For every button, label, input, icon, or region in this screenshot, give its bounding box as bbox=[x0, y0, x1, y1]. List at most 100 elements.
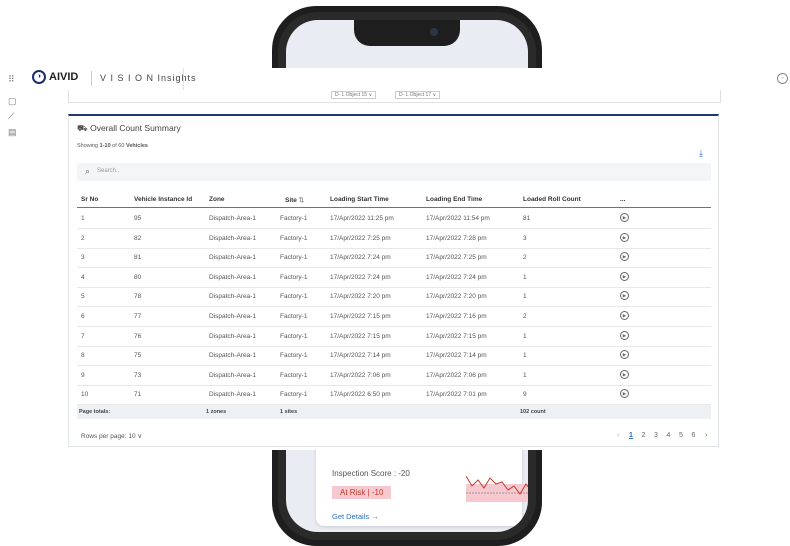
inspection-score: Inspection Score : -20 bbox=[332, 469, 410, 478]
showing-range: 1-10 bbox=[99, 143, 111, 149]
search-icon: ⌕ bbox=[85, 166, 91, 176]
play-icon[interactable]: ▶ bbox=[620, 213, 629, 222]
title-divider bbox=[183, 68, 184, 90]
page-totals-row: Page totals: 1 zones 1 sites 102 count bbox=[77, 405, 711, 419]
phone-camera bbox=[430, 28, 438, 36]
play-icon[interactable]: ▶ bbox=[620, 271, 629, 281]
logo-mark-icon: ◑ bbox=[32, 70, 46, 84]
cell-end: 17/Apr/2022 7:16 pm bbox=[426, 313, 487, 320]
table-row[interactable]: 9 73 Dispatch-Area-1 Factory-1 17/Apr/2022 7… bbox=[77, 366, 711, 386]
play-icon[interactable]: ▶ bbox=[620, 311, 629, 320]
cell-sr: 7 bbox=[81, 332, 85, 340]
play-icon[interactable]: ▶ bbox=[620, 389, 629, 399]
table-row[interactable]: 5 78 Dispatch-Area-1 Factory-1 17/Apr/2022 7… bbox=[77, 287, 711, 308]
risk-badge: At Risk | -10 bbox=[332, 486, 392, 499]
cell-vid: 81 bbox=[134, 254, 142, 262]
totals-zones: 1 zones bbox=[206, 409, 227, 415]
showing-entity: Vehicles bbox=[125, 143, 148, 149]
play-icon[interactable]: ▶ bbox=[620, 291, 629, 301]
filter-object-15[interactable]: D- L Object 15 ∨ bbox=[331, 91, 377, 99]
cell-sr: 2 bbox=[81, 234, 85, 242]
user-icon[interactable]: ◦ bbox=[777, 73, 788, 84]
cell-sr: 1 bbox=[81, 215, 85, 222]
showing-total: of 60 bbox=[110, 143, 126, 149]
cell-end: 17/Apr/2022 7:28 pm bbox=[426, 234, 487, 242]
cell-start: 17/Apr/2022 7:15 pm bbox=[330, 313, 391, 320]
col-sr-no[interactable]: Sr No bbox=[81, 196, 98, 203]
page-6-button[interactable]: 6 bbox=[692, 432, 696, 439]
page-1-button[interactable]: 1 bbox=[629, 432, 633, 439]
cell-count: 9 bbox=[523, 391, 527, 399]
filter-panel: D- L Object 15 ∨ D- L Object 17 ∨ bbox=[68, 90, 721, 103]
cell-vid: 95 bbox=[134, 215, 142, 222]
cell-start: 17/Apr/2022 7:06 pm bbox=[330, 371, 391, 379]
cell-start: 17/Apr/2022 6:50 pm bbox=[330, 391, 391, 399]
clipboard-icon[interactable]: ▢ bbox=[8, 96, 17, 107]
grid-icon[interactable]: ⠿ bbox=[8, 74, 15, 85]
search-bar[interactable]: ⌕ Search.. bbox=[77, 163, 711, 181]
cell-vid: 73 bbox=[134, 371, 142, 379]
cell-count: 1 bbox=[523, 352, 527, 360]
cell-vid: 78 bbox=[134, 293, 142, 301]
cell-site: Factory-1 bbox=[280, 371, 308, 379]
page-3-button[interactable]: 3 bbox=[654, 432, 658, 439]
header-divider bbox=[91, 71, 92, 86]
col-zone[interactable]: Zone bbox=[209, 196, 225, 203]
table-row[interactable]: 7 76 Dispatch-Area-1 Factory-1 17/Apr/2022 7… bbox=[77, 327, 711, 347]
filter-object-17[interactable]: D- L Object 17 ∨ bbox=[395, 91, 441, 99]
cell-zone: Dispatch-Area-1 bbox=[209, 352, 256, 360]
cell-vid: 76 bbox=[134, 332, 142, 340]
sort-icon[interactable]: ⇅ bbox=[299, 197, 304, 204]
cell-site: Factory-1 bbox=[280, 254, 308, 262]
play-icon[interactable]: ▶ bbox=[620, 232, 629, 242]
cell-vid: 71 bbox=[134, 391, 142, 399]
cell-site: Factory-1 bbox=[280, 313, 308, 320]
cell-site: Factory-1 bbox=[280, 293, 308, 301]
table-row[interactable]: 8 75 Dispatch-Area-1 Factory-1 17/Apr/2022 7… bbox=[77, 346, 711, 367]
col-loading-start[interactable]: Loading Start Time bbox=[330, 196, 389, 203]
cell-vid: 82 bbox=[134, 234, 142, 242]
page-5-button[interactable]: 5 bbox=[679, 432, 683, 439]
search-input[interactable]: Search.. bbox=[97, 168, 119, 174]
play-icon[interactable]: ▶ bbox=[620, 350, 629, 360]
cell-count: 1 bbox=[523, 273, 527, 281]
cell-zone: Dispatch-Area-1 bbox=[209, 215, 256, 222]
cell-vid: 77 bbox=[134, 313, 142, 320]
download-icon[interactable]: ⤓ bbox=[699, 148, 703, 159]
panel-title: ⛟ Overall Count Summary bbox=[77, 123, 181, 135]
table-row[interactable]: 4 80 Dispatch-Area-1 Factory-1 17/Apr/2022 7… bbox=[77, 268, 711, 288]
prev-page-button[interactable]: ‹ bbox=[617, 432, 619, 439]
chart-icon[interactable]: ⟋ bbox=[8, 111, 14, 122]
report-icon[interactable]: ▤ bbox=[8, 127, 17, 138]
cell-site: Factory-1 bbox=[280, 391, 308, 399]
table-row[interactable]: 3 81 Dispatch-Area-1 Factory-1 17/Apr/2022 7… bbox=[77, 248, 711, 269]
cell-zone: Dispatch-Area-1 bbox=[209, 391, 256, 399]
showing-prefix: Showing bbox=[77, 143, 100, 149]
col-vehicle-id[interactable]: Vehicle Instance Id bbox=[134, 196, 192, 203]
table-row[interactable]: 6 77 Dispatch-Area-1 Factory-1 17/Apr/2022 7… bbox=[77, 307, 711, 327]
play-icon[interactable]: ▶ bbox=[620, 252, 629, 262]
cell-count: 1 bbox=[523, 293, 527, 301]
table-row[interactable]: 2 82 Dispatch-Area-1 Factory-1 17/Apr/2022 7… bbox=[77, 229, 711, 249]
cell-sr: 9 bbox=[81, 371, 85, 379]
cell-zone: Dispatch-Area-1 bbox=[209, 234, 256, 242]
next-page-button[interactable]: › bbox=[705, 432, 707, 439]
get-details-link[interactable]: Get Details → bbox=[332, 512, 379, 521]
totals-count: 102 count bbox=[520, 409, 546, 415]
cell-site: Factory-1 bbox=[280, 273, 308, 281]
col-loaded-roll-count[interactable]: Loaded Roll Count bbox=[523, 196, 581, 203]
play-icon[interactable]: ▶ bbox=[620, 369, 629, 379]
cell-sr: 5 bbox=[81, 293, 85, 301]
cell-count: 2 bbox=[523, 254, 527, 262]
page-2-button[interactable]: 2 bbox=[642, 432, 646, 439]
play-icon[interactable]: ▶ bbox=[620, 330, 629, 340]
col-site[interactable]: Site ⇅ bbox=[285, 196, 304, 204]
table-row[interactable]: 10 71 Dispatch-Area-1 Factory-1 17/Apr/2022 … bbox=[77, 385, 711, 406]
page-4-button[interactable]: 4 bbox=[667, 432, 671, 439]
cell-start: 17/Apr/2022 7:25 pm bbox=[330, 234, 391, 242]
rows-per-page-select[interactable]: Rows per page: 10 ∨ bbox=[81, 432, 142, 440]
col-loading-end[interactable]: Loading End Time bbox=[426, 196, 482, 203]
table-row[interactable]: 1 95 Dispatch-Area-1 Factory-1 17/Apr/2022 1… bbox=[77, 209, 711, 229]
cell-end: 17/Apr/2022 7:01 pm bbox=[426, 391, 487, 399]
cell-sr: 8 bbox=[81, 352, 85, 360]
